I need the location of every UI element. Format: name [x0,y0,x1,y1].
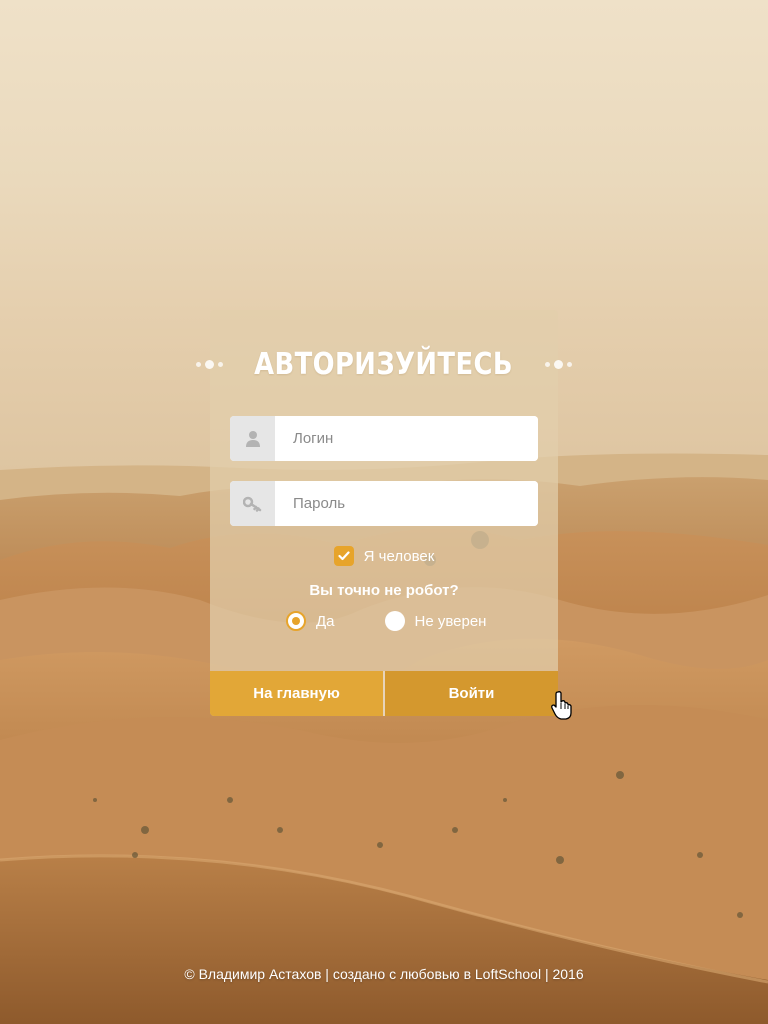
human-checkbox-row[interactable]: Я человек [0,545,768,567]
title-right-dots [544,359,572,369]
dot [544,361,550,367]
radio-dot [292,617,300,625]
footer-copyright: © Владимир Астахов | создано с любовью в… [184,966,584,982]
radio-unsure[interactable] [384,611,405,631]
dot [553,359,563,369]
user-icon [230,416,275,461]
login-field [230,416,538,461]
key-icon [230,481,275,526]
radio-yes[interactable] [286,611,306,631]
dot [196,361,202,367]
human-checkbox-label: Я человек [363,547,435,565]
radio-yes-label: Да [316,612,335,630]
form-title: АВТОРИЗУЙТЕСЬ [254,346,514,382]
password-input[interactable] [275,481,538,526]
login-button[interactable]: Войти [385,671,558,716]
home-button[interactable]: На главную [210,671,383,716]
radio-unsure-label: Не уверен [414,612,487,630]
form-title-row: АВТОРИЗУЙТЕСЬ [0,344,768,384]
password-field [230,481,538,526]
human-checkbox[interactable] [333,546,354,566]
dot [566,361,572,367]
dot [218,361,224,367]
robot-radio-group: Да Не уверен [286,611,486,631]
check-icon [338,551,350,561]
robot-question: Вы точно не робот? [309,582,459,599]
hand-pointer-icon [551,691,572,720]
login-input[interactable] [275,416,538,461]
dot [205,359,215,369]
title-left-dots [196,359,224,369]
